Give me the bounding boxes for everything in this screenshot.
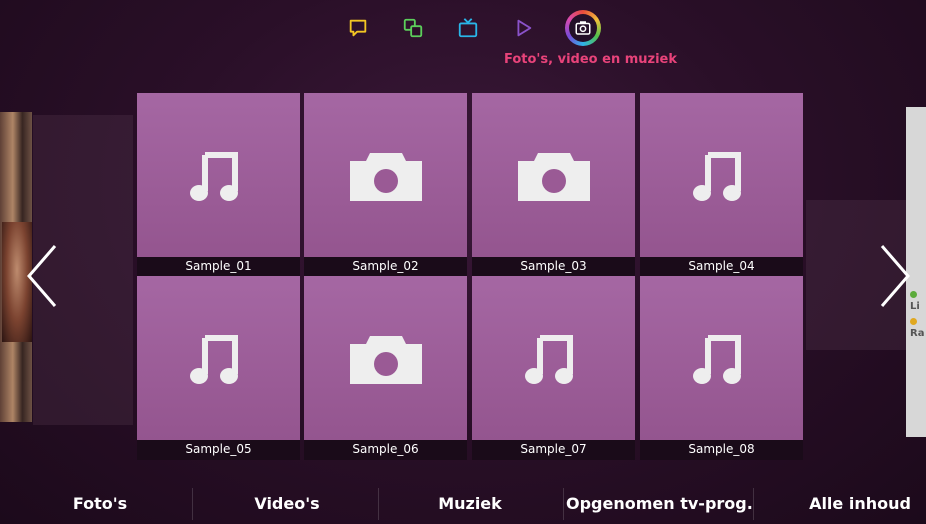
- nav-photos[interactable]: Foto's: [40, 490, 160, 518]
- camera-icon: [304, 276, 467, 440]
- next-item-2: Ra: [910, 328, 925, 339]
- play-icon[interactable]: [511, 16, 535, 40]
- media-tile[interactable]: Sample_07: [472, 276, 635, 460]
- media-tile[interactable]: Sample_03: [472, 93, 635, 277]
- tile-label: Sample_07: [472, 440, 635, 460]
- camera-icon: [472, 93, 635, 257]
- nav-divider: [563, 488, 564, 520]
- music-note-icon: [640, 276, 803, 440]
- media-tile[interactable]: Sample_08: [640, 276, 803, 460]
- nav-divider: [192, 488, 193, 520]
- top-icon-bar: [0, 10, 926, 50]
- screens-icon[interactable]: [401, 16, 425, 40]
- camera-icon[interactable]: [565, 10, 601, 46]
- media-tile[interactable]: Sample_05: [137, 276, 300, 460]
- section-title: Foto's, video en muziek: [504, 52, 678, 67]
- music-note-icon: [472, 276, 635, 440]
- bottom-nav: Foto's Video's Muziek Opgenomen tv-prog.…: [0, 484, 926, 524]
- tile-label: Sample_04: [640, 257, 803, 277]
- camera-icon: [304, 93, 467, 257]
- music-note-icon: [137, 93, 300, 257]
- nav-music[interactable]: Muziek: [405, 490, 535, 518]
- media-tile[interactable]: Sample_04: [640, 93, 803, 277]
- nav-all-content[interactable]: Alle inhoud: [795, 490, 925, 518]
- media-tile[interactable]: Sample_01: [137, 93, 300, 277]
- tile-label: Sample_03: [472, 257, 635, 277]
- tile-label: Sample_06: [304, 440, 467, 460]
- tile-label: Sample_05: [137, 440, 300, 460]
- nav-divider: [378, 488, 379, 520]
- media-tile[interactable]: Sample_02: [304, 93, 467, 277]
- speech-bubble-icon[interactable]: [346, 16, 370, 40]
- tile-label: Sample_01: [137, 257, 300, 277]
- next-arrow-button[interactable]: [878, 244, 912, 308]
- music-note-icon: [137, 276, 300, 440]
- tv-icon[interactable]: [456, 16, 480, 40]
- previous-arrow-button[interactable]: [25, 244, 59, 308]
- nav-divider: [753, 488, 754, 520]
- tile-label: Sample_02: [304, 257, 467, 277]
- music-note-icon: [640, 93, 803, 257]
- tile-label: Sample_08: [640, 440, 803, 460]
- media-tile[interactable]: Sample_06: [304, 276, 467, 460]
- nav-recorded-tv[interactable]: Opgenomen tv-prog.: [566, 490, 753, 518]
- nav-videos[interactable]: Video's: [222, 490, 352, 518]
